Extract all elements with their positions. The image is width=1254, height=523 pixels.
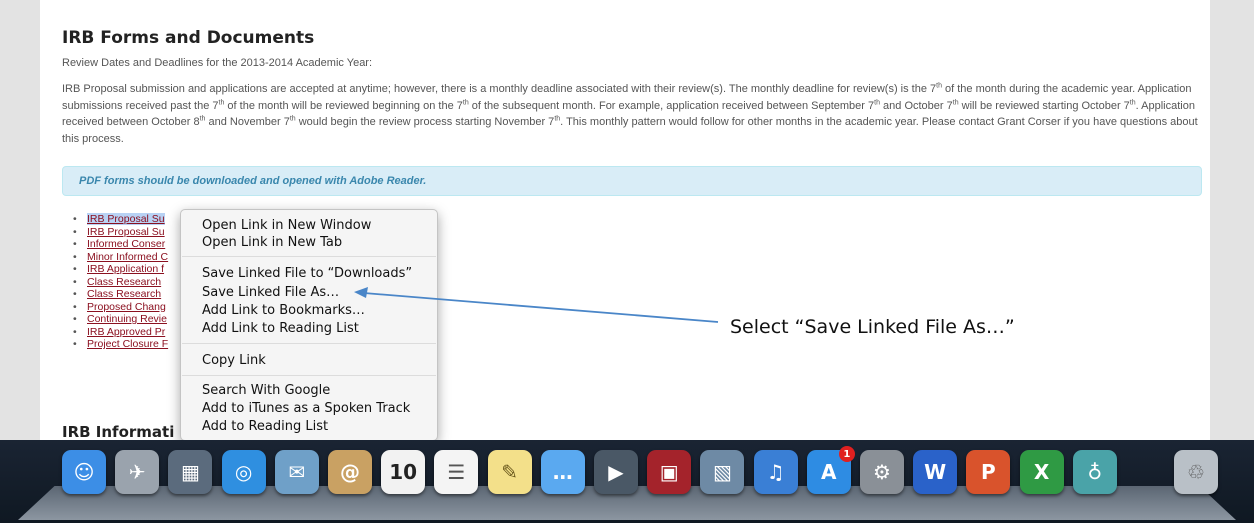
itunes-icon[interactable]: ♫ <box>753 450 798 494</box>
facetime-icon[interactable]: ▶ <box>594 450 638 494</box>
photo-booth-icon[interactable]: ▣ <box>647 450 692 494</box>
iphoto-icon[interactable]: ▧ <box>700 450 745 494</box>
finder-icon[interactable]: ☺ <box>62 450 106 494</box>
powerpoint-icon[interactable]: P <box>966 450 1011 494</box>
calendar-icon[interactable]: 10 <box>381 450 426 494</box>
trash-icon[interactable]: ♲ <box>1174 450 1218 494</box>
launchpad-icon[interactable]: ✈ <box>115 450 160 494</box>
network-icon[interactable]: ♁ <box>1072 450 1117 494</box>
notification-badge: 1 <box>838 446 855 462</box>
safari-icon[interactable]: ◎ <box>221 450 266 494</box>
contacts-icon[interactable]: @ <box>328 450 372 494</box>
excel-icon[interactable]: X <box>1019 450 1064 494</box>
app-store-icon[interactable]: A1 <box>806 446 855 494</box>
mail-icon[interactable]: ✉ <box>274 450 319 494</box>
notes-icon[interactable]: ✎ <box>487 450 532 494</box>
word-icon[interactable]: W <box>913 450 958 494</box>
reminders-icon[interactable]: ☰ <box>434 450 479 494</box>
system-preferences-icon[interactable]: ⚙ <box>860 450 904 494</box>
mission-control-icon[interactable]: ▦ <box>168 450 213 494</box>
annotation-label: Select “Save Linked File As…” <box>730 316 1015 338</box>
messages-icon[interactable]: … <box>540 450 585 494</box>
